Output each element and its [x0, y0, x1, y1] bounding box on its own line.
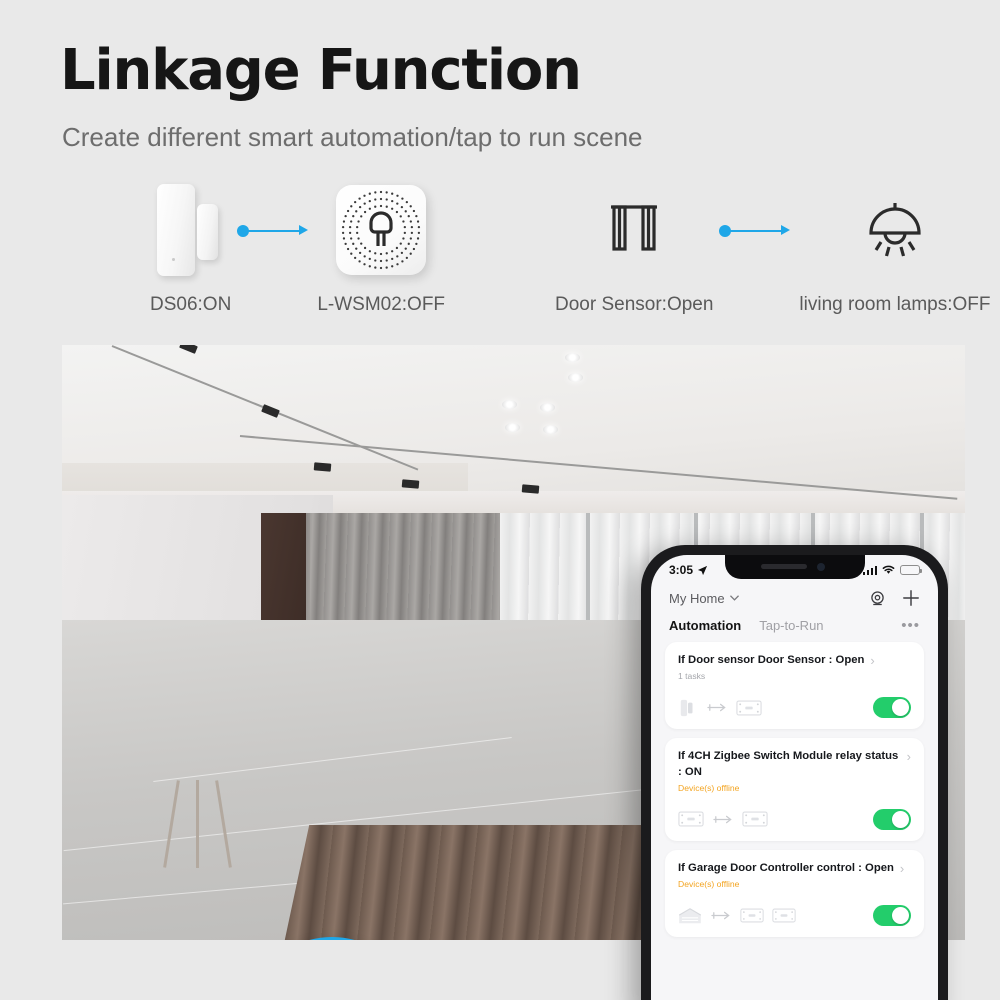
device-lamps-label: living room lamps:OFF: [799, 294, 991, 315]
automation-toggle[interactable]: [873, 697, 911, 719]
automation-subtitle: 1 tasks: [678, 671, 706, 682]
tab-tap-to-run[interactable]: Tap-to-Run: [759, 618, 823, 633]
flow-connector-2: [719, 221, 793, 241]
automation-card-list: If Door sensor Door Sensor : Open 1 task…: [651, 642, 938, 937]
arrow-right-icon: [711, 911, 730, 920]
device-flow-strip: DS06:ON L-WSM02:OFF Door Sensor:Open liv…: [0, 180, 1000, 320]
home-selector[interactable]: My Home: [669, 591, 739, 606]
door-window-sensor-icon: [680, 699, 693, 716]
app-header: My Home: [651, 581, 938, 611]
flow-connector-1: [237, 221, 311, 241]
table-row[interactable]: If Garage Door Controller control : Open…: [665, 849, 924, 937]
arrow-right-icon: [707, 703, 726, 712]
status-badge: Device(s) offline: [678, 782, 740, 793]
device-lwsm02-label: L-WSM02:OFF: [317, 294, 446, 315]
automation-toggle[interactable]: [873, 808, 911, 830]
phone-screen: 3:05 My Home Automation Tap-to-Run ••• I…: [651, 555, 938, 1000]
table-row[interactable]: If 4CH Zigbee Switch Module relay status…: [665, 738, 924, 841]
chevron-right-icon[interactable]: ›: [900, 862, 904, 875]
battery-low-icon: [900, 565, 922, 575]
table-row[interactable]: If Door sensor Door Sensor : Open 1 task…: [665, 642, 924, 730]
header-actions: [869, 589, 920, 607]
door-open-icon: [603, 180, 665, 280]
device-ds06: DS06:ON: [150, 180, 231, 316]
status-bar-right: [862, 565, 922, 575]
automation-title: If Garage Door Controller control : Open: [678, 861, 894, 874]
more-menu-icon[interactable]: •••: [901, 617, 920, 634]
automation-title: If Door sensor Door Sensor : Open: [678, 654, 865, 666]
relay-module-icon: [736, 700, 762, 716]
device-ds06-label: DS06:ON: [150, 294, 232, 315]
device-door-sensor-label: Door Sensor:Open: [555, 294, 714, 315]
device-lwsm02: L-WSM02:OFF: [317, 180, 445, 316]
chevron-right-icon[interactable]: ›: [907, 750, 911, 763]
door-window-sensor-icon: [155, 180, 227, 280]
cellular-signal-icon: [862, 565, 877, 575]
garage-door-icon: [678, 907, 702, 923]
status-badge: Device(s) offline: [678, 879, 740, 889]
automation-title: If 4CH Zigbee Switch Module relay status…: [678, 750, 899, 778]
status-bar-left: 3:05: [669, 563, 708, 577]
relay-module-icon: [742, 811, 768, 827]
arrow-right-icon: [713, 815, 732, 824]
device-door-sensor: Door Sensor:Open: [555, 180, 713, 316]
page-subtitle: Create different smart automation/tap to…: [62, 122, 643, 152]
device-flow-group-2: Door Sensor:Open living room lamps:OFF: [555, 180, 991, 316]
location-arrow-icon: [697, 565, 708, 575]
chevron-down-icon: [729, 595, 739, 601]
plus-icon[interactable]: [902, 589, 920, 607]
status-bar: 3:05: [651, 555, 938, 581]
device-flow-group-1: DS06:ON L-WSM02:OFF: [150, 180, 445, 316]
dot-ring-pattern: [342, 190, 421, 270]
page-title: Linkage Function: [60, 38, 582, 103]
device-living-room-lamps: living room lamps:OFF: [799, 180, 991, 316]
tab-automation[interactable]: Automation: [669, 618, 741, 633]
pendant-lamp-icon: [859, 180, 931, 280]
status-time: 3:05: [669, 563, 694, 577]
relay-module-icon: [678, 811, 704, 827]
page-root: Linkage Function Create different smart …: [0, 0, 1000, 1000]
wifi-icon: [882, 565, 895, 574]
home-name-label: My Home: [669, 590, 725, 606]
chevron-right-icon[interactable]: ›: [870, 654, 874, 667]
switch-module-icon: [336, 180, 427, 280]
tab-bar: Automation Tap-to-Run •••: [651, 611, 938, 642]
automation-toggle[interactable]: [873, 905, 911, 926]
relay-module-icon: [772, 908, 796, 923]
relay-module-icon: [740, 908, 764, 923]
camera-icon[interactable]: [869, 590, 886, 607]
phone-mockup: 3:05 My Home Automation Tap-to-Run ••• I…: [641, 545, 948, 1000]
